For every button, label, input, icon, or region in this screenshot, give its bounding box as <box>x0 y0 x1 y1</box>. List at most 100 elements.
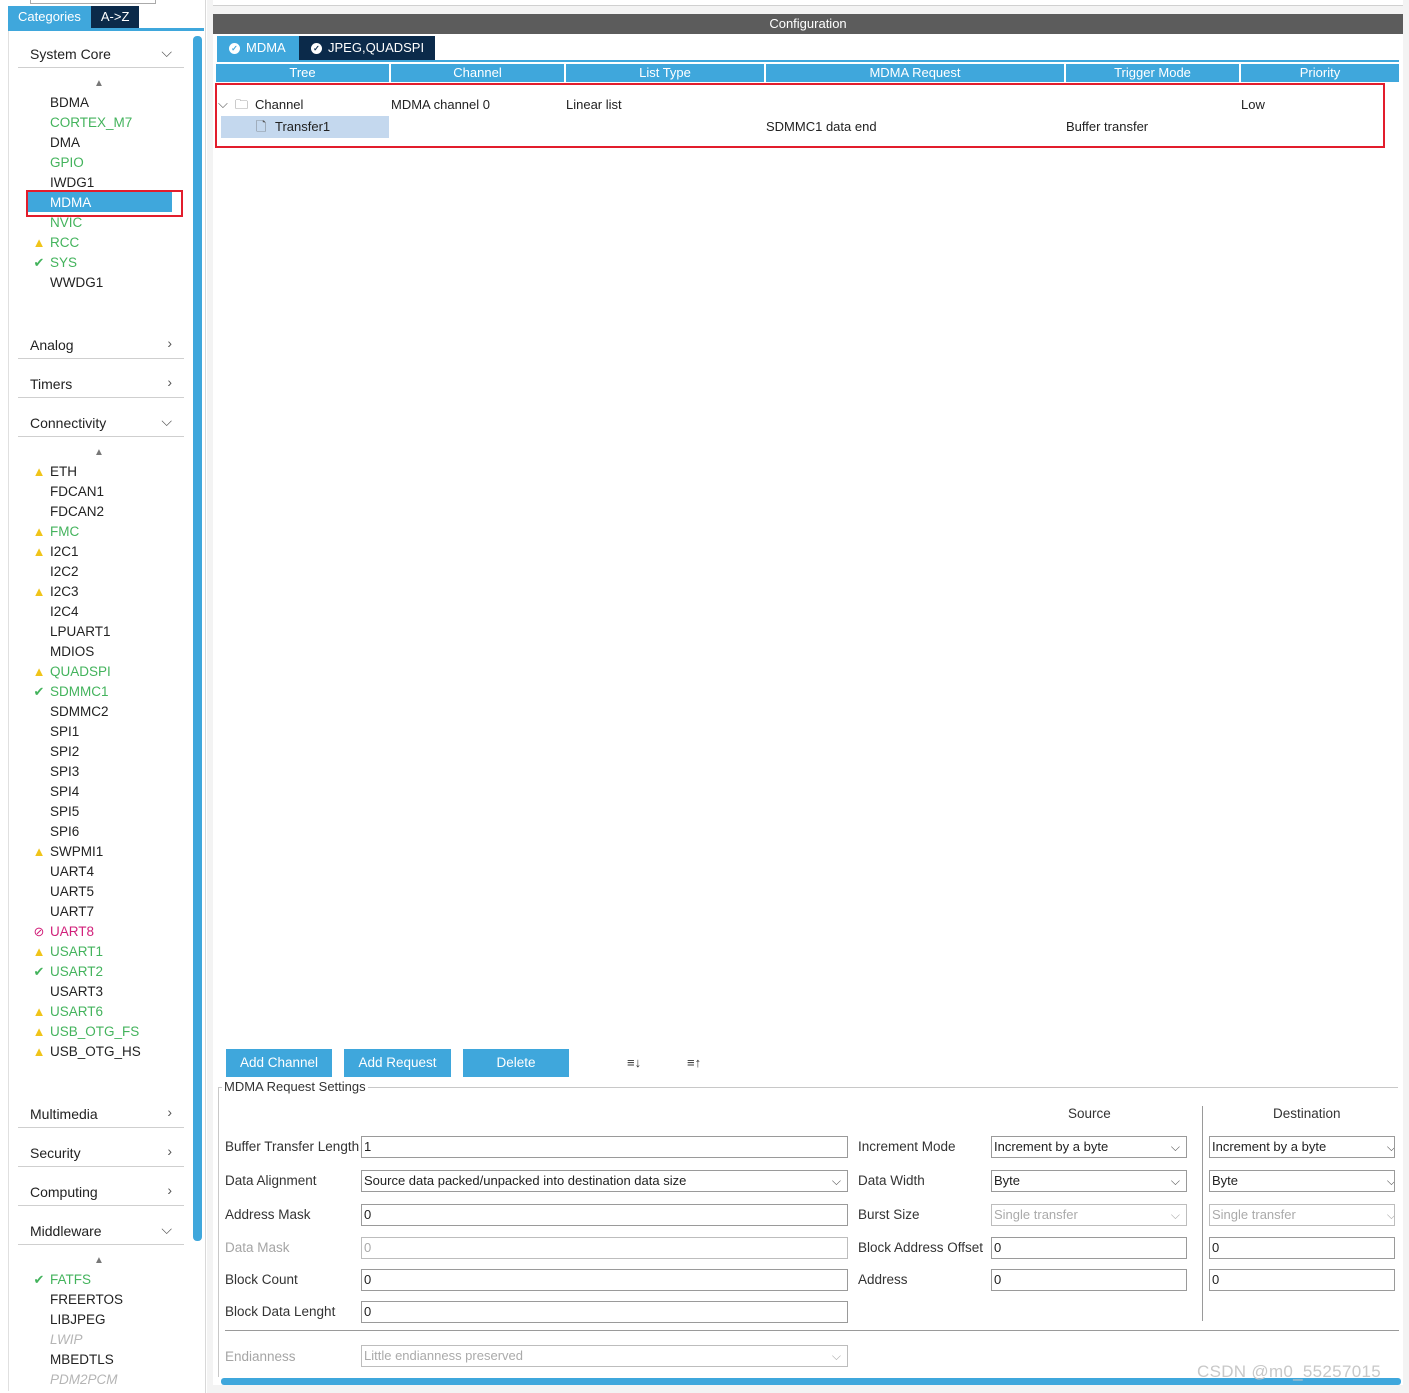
list-item-fdcan2[interactable]: FDCAN2 <box>30 502 180 522</box>
list-item-uart5[interactable]: UART5 <box>30 882 180 902</box>
section-analog[interactable]: Analog › <box>18 333 184 359</box>
add-channel-button[interactable]: Add Channel <box>226 1049 332 1077</box>
list-item-usart3[interactable]: USART3 <box>30 982 180 1002</box>
list-item-label: SPI2 <box>50 744 80 759</box>
list-item-mdios[interactable]: MDIOS <box>30 642 180 662</box>
source-burst-size-select[interactable]: Single transfer ⌵ <box>991 1204 1187 1226</box>
delete-button[interactable]: Delete <box>463 1049 569 1077</box>
source-increment-mode-select[interactable]: Increment by a byte ⌵ <box>991 1136 1187 1158</box>
status-placeholder <box>31 504 47 520</box>
sort-icon[interactable]: ▲ <box>94 1255 104 1266</box>
list-item-spi3[interactable]: SPI3 <box>30 762 180 782</box>
source-block-address-offset-input[interactable]: 0 <box>991 1237 1187 1259</box>
column-header-list-type[interactable]: List Type <box>566 64 766 82</box>
add-request-button[interactable]: Add Request <box>344 1049 451 1077</box>
list-item-uart8[interactable]: ⊘ UART8 <box>30 922 180 942</box>
status-placeholder <box>31 744 47 760</box>
list-item-spi1[interactable]: SPI1 <box>30 722 180 742</box>
list-item-libjpeg[interactable]: LIBJPEG <box>30 1310 180 1330</box>
list-item-freertos[interactable]: FREERTOS <box>30 1290 180 1310</box>
list-item-spi5[interactable]: SPI5 <box>30 802 180 822</box>
tab-mdma[interactable]: ✓ MDMA <box>217 36 299 60</box>
buffer-transfer-length-input[interactable]: 1 <box>361 1136 848 1158</box>
list-item-fdcan1[interactable]: FDCAN1 <box>30 482 180 502</box>
sort-icon[interactable]: ▲ <box>94 447 104 458</box>
dest-address-input[interactable]: 0 <box>1209 1269 1395 1291</box>
list-item-spi4[interactable]: SPI4 <box>30 782 180 802</box>
column-header-priority[interactable]: Priority <box>1241 64 1399 82</box>
section-system-core[interactable]: System Core ⌵ <box>18 42 184 68</box>
dest-data-width-select[interactable]: Byte ⌵ <box>1209 1170 1395 1192</box>
list-item-gpio[interactable]: GPIO <box>30 153 180 173</box>
column-header-trigger-mode[interactable]: Trigger Mode <box>1066 64 1241 82</box>
list-item-cortex-m7[interactable]: CORTEX_M7 <box>30 113 180 133</box>
list-item-i2c2[interactable]: I2C2 <box>30 562 180 582</box>
list-item-usart1[interactable]: ▲ USART1 <box>30 942 180 962</box>
list-item-pdm2pcm[interactable]: PDM2PCM <box>30 1370 180 1390</box>
move-up-icon[interactable]: ≡↑ <box>687 1055 701 1070</box>
block-data-length-input[interactable]: 0 <box>361 1301 848 1323</box>
list-item-mbedtls[interactable]: MBEDTLS <box>30 1350 180 1370</box>
section-middleware[interactable]: Middleware ⌵ <box>18 1219 184 1245</box>
section-multimedia[interactable]: Multimedia › <box>18 1102 184 1128</box>
list-item-fatfs[interactable]: ✔ FATFS <box>30 1270 180 1290</box>
list-item-lwip[interactable]: LWIP <box>30 1330 180 1350</box>
data-mask-input[interactable]: 0 <box>361 1237 848 1259</box>
left-scrollbar[interactable] <box>193 36 202 1241</box>
list-item-fmc[interactable]: ▲ FMC <box>30 522 180 542</box>
list-item-i2c4[interactable]: I2C4 <box>30 602 180 622</box>
list-item-wwdg1[interactable]: WWDG1 <box>30 273 180 293</box>
column-header-tree[interactable]: Tree <box>216 64 391 82</box>
tab-jpeg-quadspi[interactable]: ✓ JPEG,QUADSPI <box>299 36 435 60</box>
source-address-input[interactable]: 0 <box>991 1269 1187 1291</box>
section-connectivity[interactable]: Connectivity ⌵ <box>18 411 184 437</box>
column-header-mdma-request[interactable]: MDMA Request <box>766 64 1066 82</box>
list-item-sdmmc2[interactable]: SDMMC2 <box>30 702 180 722</box>
data-alignment-select[interactable]: Source data packed/unpacked into destina… <box>361 1170 848 1192</box>
select-value: Increment by a byte <box>1212 1139 1327 1154</box>
list-item-spi6[interactable]: SPI6 <box>30 822 180 842</box>
list-item-label: IWDG1 <box>50 175 95 190</box>
list-item-bdma[interactable]: BDMA <box>30 93 180 113</box>
list-item-usart6[interactable]: ▲ USART6 <box>30 1002 180 1022</box>
list-item-dma[interactable]: DMA <box>30 133 180 153</box>
chevron-right-icon: › <box>167 335 172 351</box>
list-item-eth[interactable]: ▲ ETH <box>30 462 180 482</box>
list-item-swpmi1[interactable]: ▲ SWPMI1 <box>30 842 180 862</box>
list-item-lpuart1[interactable]: LPUART1 <box>30 622 180 642</box>
list-item-spi2[interactable]: SPI2 <box>30 742 180 762</box>
list-item-label: UART7 <box>50 904 95 919</box>
list-item-i2c3[interactable]: ▲ I2C3 <box>30 582 180 602</box>
dest-increment-mode-select[interactable]: Increment by a byte ⌵ <box>1209 1136 1395 1158</box>
list-item-sys[interactable]: ✔ SYS <box>30 253 180 273</box>
source-data-width-select[interactable]: Byte ⌵ <box>991 1170 1187 1192</box>
list-item-sdmmc1[interactable]: ✔ SDMMC1 <box>30 682 180 702</box>
list-item-usb-otg-hs[interactable]: ▲ USB_OTG_HS <box>30 1042 180 1062</box>
section-computing[interactable]: Computing › <box>18 1180 184 1206</box>
dest-burst-size-select[interactable]: Single transfer ⌵ <box>1209 1204 1395 1226</box>
section-security[interactable]: Security › <box>18 1141 184 1167</box>
block-count-input[interactable]: 0 <box>361 1269 848 1291</box>
list-item-quadspi[interactable]: ▲ QUADSPI <box>30 662 180 682</box>
search-box-stub[interactable] <box>30 0 156 4</box>
section-timers[interactable]: Timers › <box>18 372 184 398</box>
move-down-icon[interactable]: ≡↓ <box>627 1055 641 1070</box>
sort-icon[interactable]: ▲ <box>94 78 104 89</box>
list-item-i2c1[interactable]: ▲ I2C1 <box>30 542 180 562</box>
dma-tabs: ✓ MDMA ✓ JPEG,QUADSPI <box>217 36 435 60</box>
dest-block-address-offset-input[interactable]: 0 <box>1209 1237 1395 1259</box>
tab-a-z[interactable]: A->Z <box>90 6 140 28</box>
list-item-rcc[interactable]: ▲ RCC <box>30 233 180 253</box>
address-label: Address <box>858 1272 908 1287</box>
endianness-select[interactable]: Little endianness preserved ⌵ <box>361 1345 848 1367</box>
list-item-uart7[interactable]: UART7 <box>30 902 180 922</box>
column-header-channel[interactable]: Channel <box>391 64 566 82</box>
list-item-usb-otg-fs[interactable]: ▲ USB_OTG_FS <box>30 1022 180 1042</box>
address-mask-input[interactable]: 0 <box>361 1204 848 1226</box>
list-item-uart4[interactable]: UART4 <box>30 862 180 882</box>
tab-categories[interactable]: Categories <box>8 6 91 28</box>
chevron-down-icon: ⌵ <box>1387 1205 1394 1225</box>
list-item-label: DMA <box>50 135 80 150</box>
list-item-label: I2C3 <box>50 584 79 599</box>
list-item-usart2[interactable]: ✔ USART2 <box>30 962 180 982</box>
